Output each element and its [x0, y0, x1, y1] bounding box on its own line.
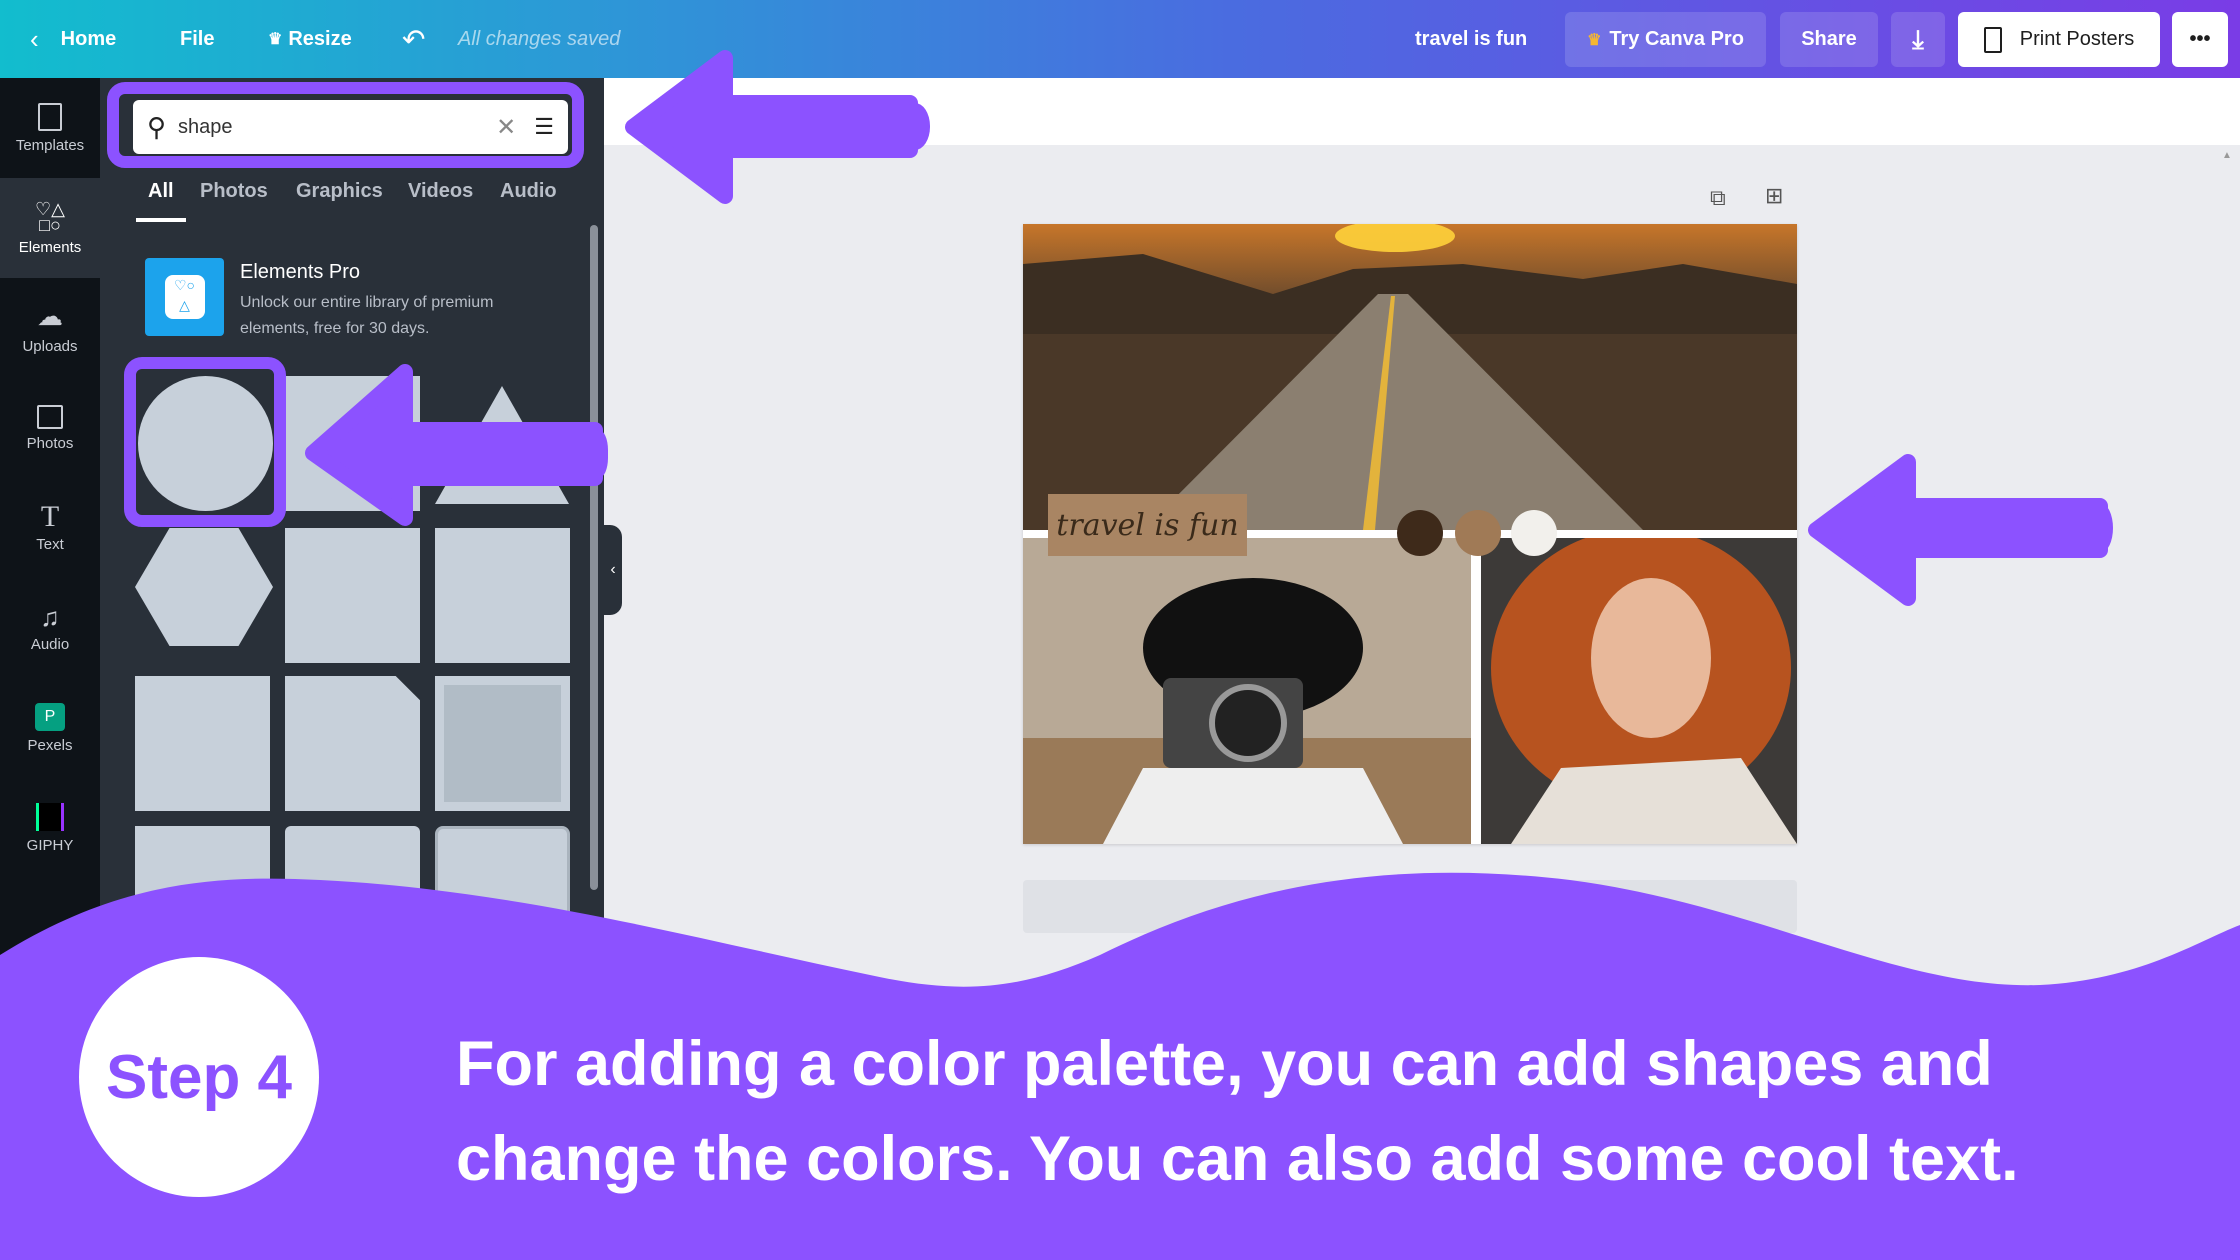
arrow-to-palette: [1808, 454, 2108, 606]
caption-line-1: For adding a color palette, you can add …: [456, 1029, 1993, 1099]
arrow-to-search: [625, 50, 918, 204]
step-badge: Step 4: [79, 957, 319, 1197]
arrow-to-circle: [305, 364, 603, 526]
caption-line-2: change the colors. You can also add some…: [456, 1124, 2019, 1194]
